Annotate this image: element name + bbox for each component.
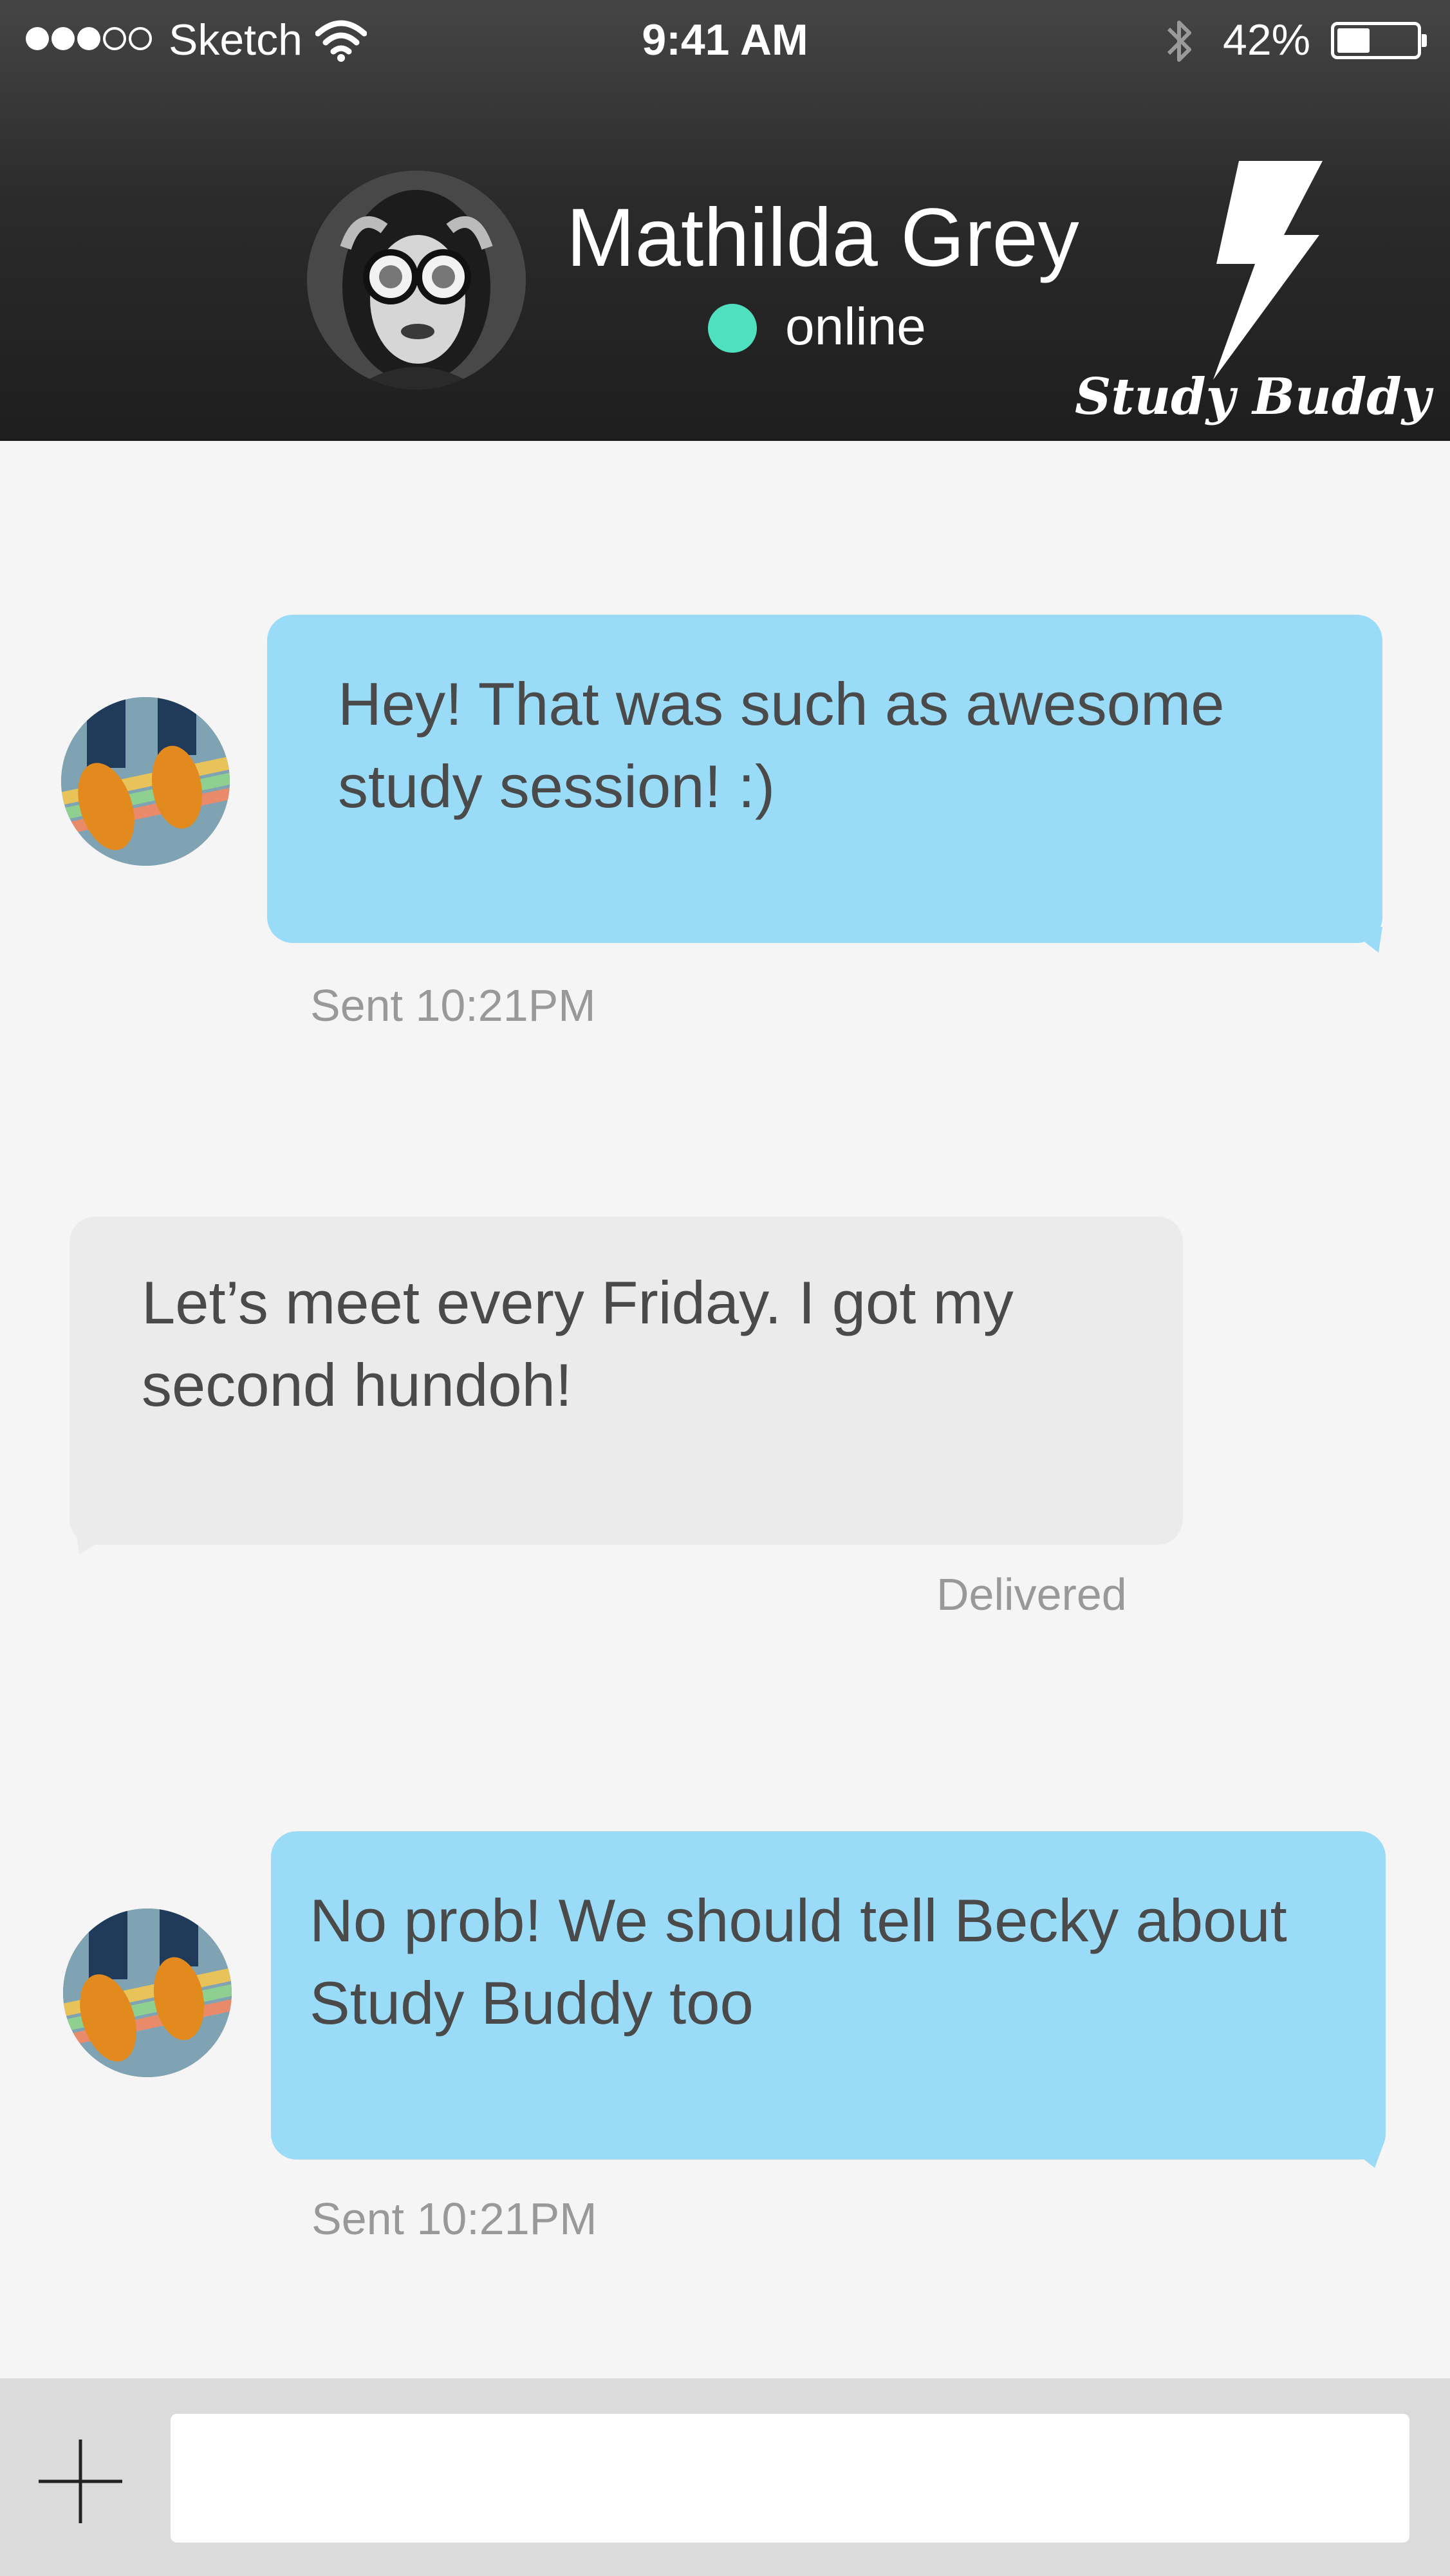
battery-level (1337, 28, 1370, 53)
message-bubble-sent[interactable]: Hey! That was such as awesome study sess… (267, 615, 1382, 943)
delivery-status: Delivered (936, 1569, 1127, 1619)
message-text: Hey! That was such as awesome study sess… (338, 670, 1225, 820)
bluetooth-icon (1167, 21, 1191, 62)
message-input[interactable] (171, 2414, 1409, 2543)
plus-icon[interactable] (26, 2427, 135, 2536)
user-avatar[interactable] (63, 1909, 232, 2077)
message-text: No prob! We should tell Becky about Stud… (310, 1887, 1287, 2037)
message-bubble-received[interactable]: Let’s meet every Friday. I got my second… (70, 1217, 1183, 1545)
contact-avatar[interactable] (307, 171, 526, 389)
bubble-tail (1344, 2143, 1384, 2168)
bubble-tail (1345, 927, 1382, 953)
message-text: Let’s meet every Friday. I got my second… (142, 1269, 1014, 1419)
bubble-tail (76, 1529, 121, 1554)
chat-header: Sketch 9:41 AM 42% Mathilda Grey online … (0, 0, 1450, 441)
user-photo (63, 1909, 232, 2077)
online-status-label: online (785, 297, 926, 356)
battery-icon (1331, 22, 1427, 59)
brand-logo-text: Study Buddy (1075, 368, 1431, 426)
lightning-bolt-icon (1213, 161, 1323, 380)
user-avatar[interactable] (61, 697, 230, 866)
contact-photo (307, 171, 526, 389)
battery-percentage: 42% (1223, 15, 1311, 64)
user-photo (61, 697, 230, 866)
message-timestamp: Sent 10:21PM (311, 2194, 597, 2244)
online-status-dot (708, 304, 757, 353)
contact-name: Mathilda Grey (566, 192, 1079, 284)
message-timestamp: Sent 10:21PM (310, 980, 596, 1031)
message-bubble-sent[interactable]: No prob! We should tell Becky about Stud… (271, 1831, 1386, 2160)
